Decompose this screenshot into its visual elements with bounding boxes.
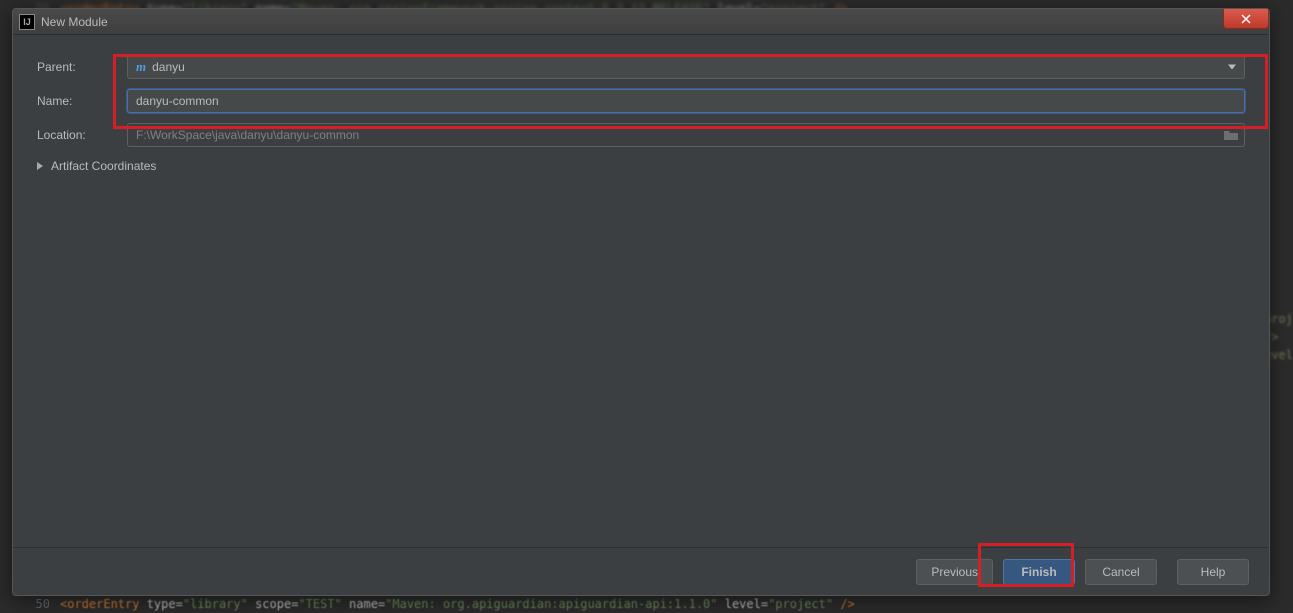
xml-close: /> [833, 597, 855, 611]
dialog-content: Parent: m danyu Name: Location: [13, 35, 1269, 547]
browse-folder-icon[interactable] [1223, 128, 1239, 142]
xml-attr: type= [147, 597, 183, 611]
xml-attr: name= [342, 597, 385, 611]
previous-button[interactable]: Previous [916, 559, 993, 585]
parent-select[interactable]: m danyu [127, 55, 1245, 79]
dialog-title: New Module [41, 15, 108, 29]
artifact-coordinates-toggle[interactable]: Artifact Coordinates [37, 159, 1245, 173]
finish-button[interactable]: Finish [1003, 559, 1075, 585]
name-label: Name: [37, 94, 127, 108]
xml-attr: level= [718, 597, 769, 611]
location-input[interactable] [127, 123, 1245, 147]
cancel-button[interactable]: Cancel [1085, 559, 1157, 585]
parent-row: Parent: m danyu [37, 55, 1245, 79]
chevron-right-icon [37, 162, 43, 170]
name-row: Name: [37, 89, 1245, 113]
xml-val: "project" [768, 597, 833, 611]
location-label: Location: [37, 128, 127, 142]
artifact-label: Artifact Coordinates [51, 159, 156, 173]
xml-val: "library" [183, 597, 248, 611]
xml-val: "Maven: org.apiguardian:apiguardian-api:… [385, 597, 717, 611]
code-line-bottom: 50 <orderEntry type="library" scope="TES… [0, 595, 1293, 613]
button-bar: Previous Finish Cancel Help [13, 547, 1269, 595]
parent-label: Parent: [37, 60, 127, 74]
xml-val: "TEST" [298, 597, 341, 611]
xml-attr: scope= [248, 597, 299, 611]
app-icon: IJ [19, 14, 35, 30]
close-button[interactable] [1223, 9, 1269, 29]
titlebar[interactable]: IJ New Module [13, 9, 1269, 35]
parent-value: danyu [152, 60, 185, 74]
new-module-dialog: IJ New Module Parent: m danyu Name: [12, 8, 1270, 596]
help-button[interactable]: Help [1177, 559, 1249, 585]
close-icon [1241, 14, 1251, 24]
chevron-down-icon [1228, 65, 1236, 70]
xml-tag: <orderEntry [60, 597, 147, 611]
maven-icon: m [136, 59, 146, 75]
name-input[interactable] [127, 89, 1245, 113]
location-row: Location: [37, 123, 1245, 147]
line-number: 50 [10, 597, 50, 611]
